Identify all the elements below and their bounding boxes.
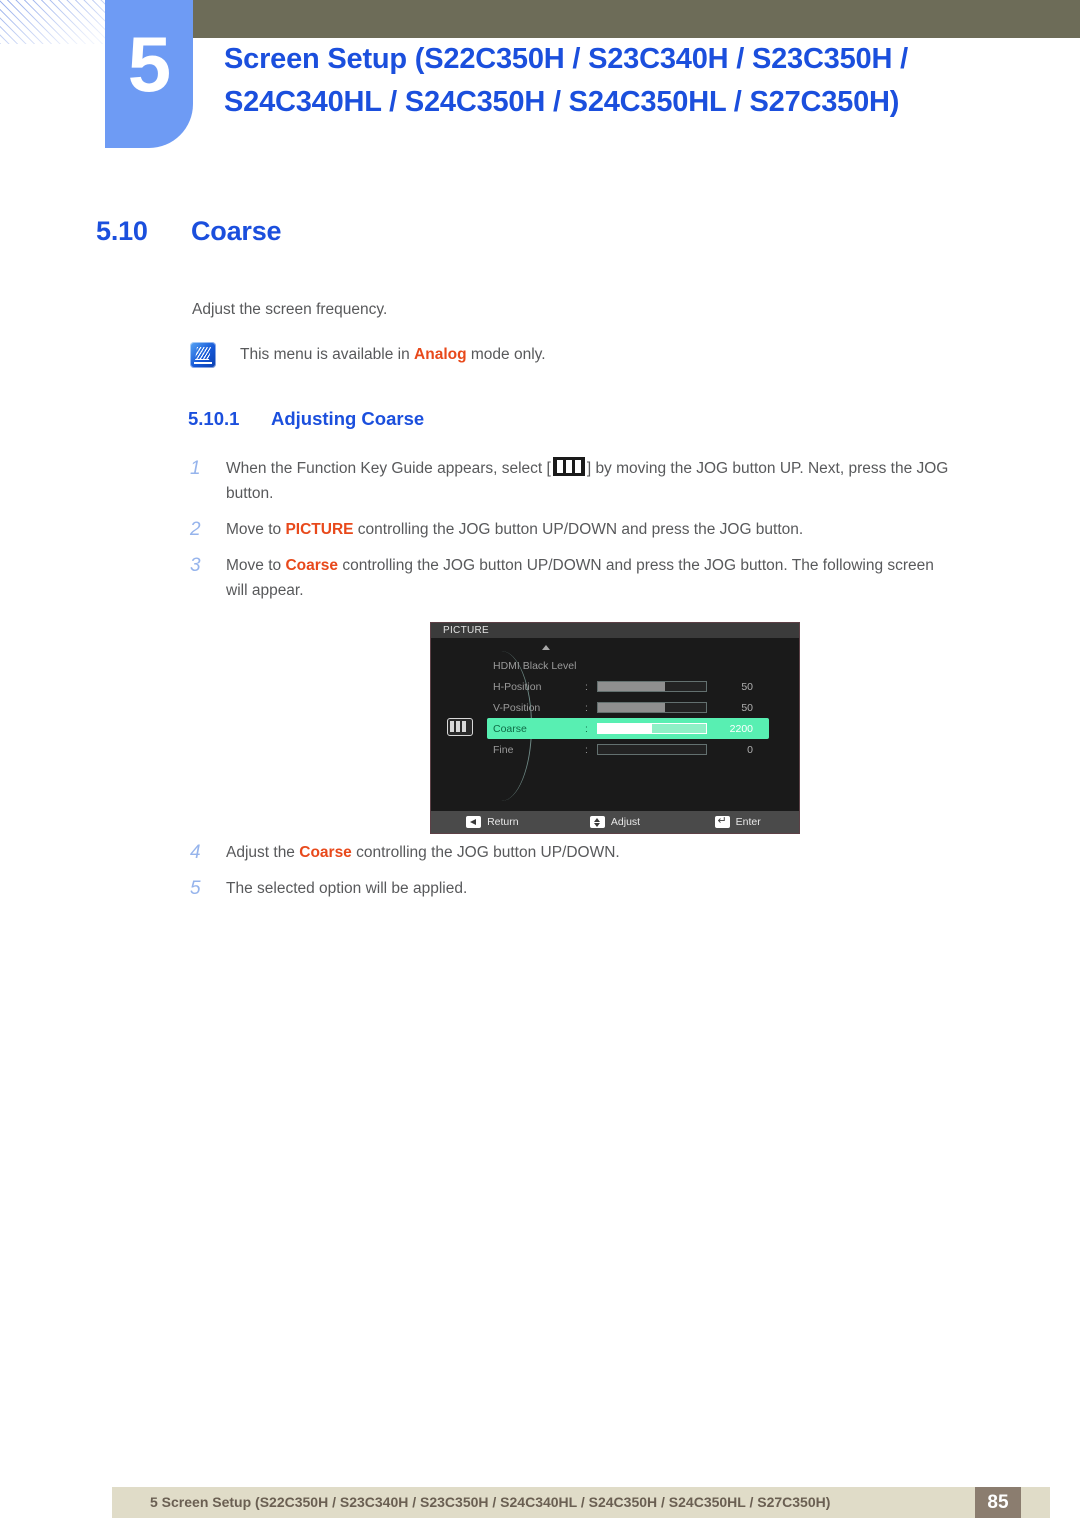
step-highlight: PICTURE [285,521,354,538]
osd-footer-key-label: Adjust [610,816,641,828]
step-highlight: Coarse [299,844,352,861]
osd-footer-key[interactable]: Adjust [554,816,677,828]
note-callout: This menu is available in Analog mode on… [190,342,546,368]
picture-bars-icon [447,718,473,736]
step-text-run: The selected option will be applied. [226,880,468,897]
page-number: 85 [975,1487,1021,1518]
osd-item-value: 50 [741,680,753,693]
osd-item-colon: : [585,680,588,693]
note-pen-icon [190,342,216,368]
osd-item-value: 50 [741,701,753,714]
osd-item-value: 2200 [729,722,753,735]
instruction-step: 1 When the Function Key Guide appears, se… [190,456,950,506]
osd-item-label: HDMI Black Level [493,659,577,672]
osd-slider-fill [598,682,665,691]
osd-footer-key-label: Enter [735,816,761,828]
step-number: 3 [190,555,201,576]
page-footer-text: 5 Screen Setup (S22C350H / S23C340H / S2… [150,1494,831,1510]
osd-slider[interactable] [597,702,707,713]
step-number: 2 [190,519,201,540]
osd-item-selected[interactable]: Coarse: 2200 [487,718,769,739]
jog-function-key-icon [552,457,585,476]
subsection-title: Adjusting Coarse [271,408,425,429]
scroll-up-arrow-icon [542,645,550,650]
osd-slider[interactable] [597,723,707,734]
osd-slider[interactable] [597,744,707,755]
instruction-step: 3 Move to Coarse controlling the JOG butt… [190,553,950,603]
step-text-run: controlling the JOG button UP/DOWN and p… [353,521,804,538]
section-heading: 5.10 Coarse [96,216,282,247]
section-intro-text: Adjust the screen frequency. [192,301,388,318]
step-text-run: Move to [226,521,286,538]
osd-footer-key-label: Return [487,816,519,828]
chapter-title: Screen Setup (S22C350H / S23C340H / S23C… [224,43,908,118]
osd-slider-fill [598,703,665,712]
osd-item-colon: : [585,743,588,756]
osd-slider[interactable] [597,681,707,692]
osd-slider-fill [598,724,652,733]
instruction-steps-top: 1 When the Function Key Guide appears, se… [190,456,950,614]
step-text: Move to PICTURE controlling the JOG butt… [226,517,950,542]
instruction-step: 4 Adjust the Coarse controlling the JOG b… [190,840,950,865]
step-text: When the Function Key Guide appears, sel… [226,456,950,506]
chapter-number: 5 [127,20,171,108]
instruction-steps-bottom: 4 Adjust the Coarse controlling the JOG b… [190,840,950,912]
step-text-run: When the Function Key Guide appears, sel… [226,460,551,477]
section-title: Coarse [191,216,282,246]
osd-menu-screenshot: PICTURE HDMI Black Level H-Position:50 V-P… [430,622,800,834]
osd-item-label: Coarse [493,722,527,735]
osd-item-label: V-Position [493,701,541,714]
osd-footer-keys: Return Adjust Enter [431,811,799,833]
step-number: 4 [190,842,201,863]
step-highlight: Coarse [285,557,339,574]
osd-footer-key[interactable]: Return [431,816,554,828]
subsection-number: 5.10.1 [188,408,240,429]
note-text-after: mode only. [466,346,546,363]
osd-item[interactable]: H-Position: 50 [493,676,793,697]
step-number: 1 [190,458,201,479]
step-text: Move to Coarse controlling the JOG butto… [226,553,950,603]
instruction-step: 5 The selected option will be applied. [190,876,950,901]
osd-title: PICTURE [431,623,799,638]
step-text-run: Adjust the [226,844,300,861]
enter-key-icon [714,814,730,828]
osd-item[interactable]: HDMI Black Level [493,655,793,676]
osd-item-label: Fine [493,743,514,756]
step-text: Adjust the Coarse controlling the JOG bu… [226,840,950,865]
step-number: 5 [190,878,201,899]
step-text-run: Move to [226,557,286,574]
note-highlight-analog: Analog [414,346,467,363]
header-olive-bar [193,0,1080,38]
left-arrow-key-icon [466,816,482,828]
osd-item-colon: : [585,701,588,714]
up-down-arrow-key-icon [589,816,605,828]
step-text-run: controlling the JOG button UP/DOWN. [351,844,620,861]
osd-item-value: 0 [747,743,753,756]
osd-item[interactable]: V-Position: 50 [493,697,793,718]
osd-item[interactable]: Fine: 0 [493,739,793,760]
section-number: 5.10 [96,216,148,246]
chapter-number-tab: 5 [105,0,193,148]
instruction-step: 2 Move to PICTURE controlling the JOG but… [190,517,950,542]
osd-item-label: H-Position [493,680,542,693]
osd-item-colon: : [585,722,588,735]
osd-footer-key[interactable]: Enter [676,814,799,828]
step-text: The selected option will be applied. [226,876,950,901]
decorative-hatch-pattern [0,0,112,44]
subsection-heading: 5.10.1 Adjusting Coarse [188,408,424,430]
osd-item-list: HDMI Black Level H-Position:50 V-Position:… [487,655,793,760]
note-text-before: This menu is available in [240,346,415,363]
note-text: This menu is available in Analog mode on… [240,346,546,364]
